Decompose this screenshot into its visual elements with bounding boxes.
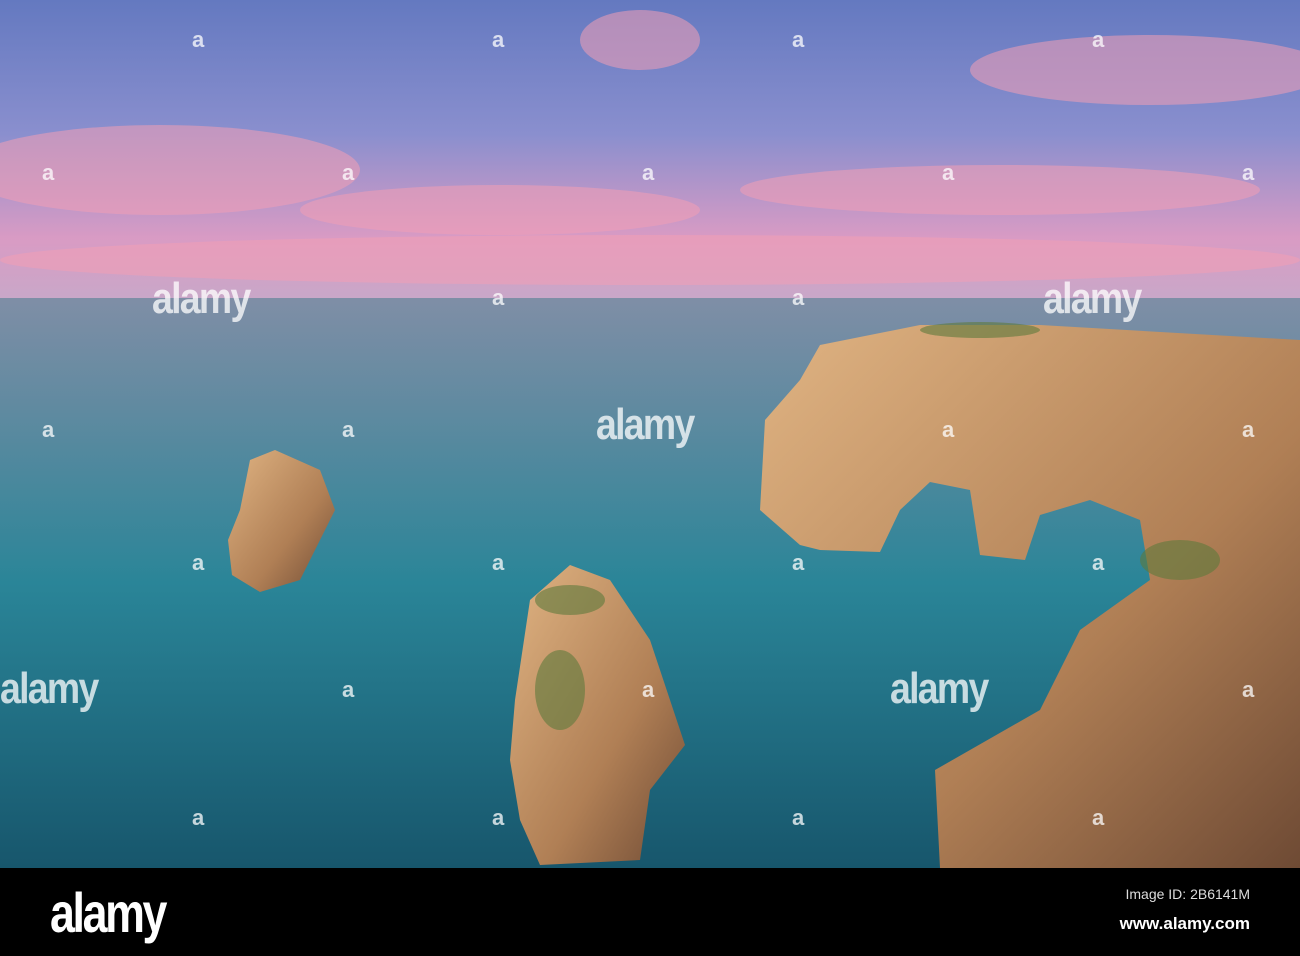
- watermark-mark: a: [492, 550, 505, 575]
- watermark-mark: a: [42, 417, 55, 442]
- watermark-mark: a: [492, 285, 505, 310]
- watermark-text: alamy: [152, 274, 251, 323]
- watermark-mark: a: [1092, 550, 1105, 575]
- watermark-text: alamy: [890, 664, 989, 713]
- watermark-mark: a: [492, 805, 505, 830]
- watermark-mark: a: [492, 27, 505, 52]
- watermark-mark: a: [192, 27, 205, 52]
- alamy-logo: alamy: [50, 881, 167, 944]
- watermark-mark: a: [792, 805, 805, 830]
- footer-bar: alamy Image ID: 2B6141M www.alamy.com: [0, 868, 1300, 956]
- watermark-mark: a: [42, 160, 55, 185]
- watermark-mark: a: [942, 417, 955, 442]
- watermark-mark: a: [342, 160, 355, 185]
- watermark-mark: a: [942, 160, 955, 185]
- watermark-mark: a: [1092, 27, 1105, 52]
- image-id: Image ID: 2B6141M: [1125, 886, 1250, 902]
- watermark-text: alamy: [596, 400, 695, 449]
- watermark-text: alamy: [0, 664, 99, 713]
- watermark-mark: a: [1242, 417, 1255, 442]
- landscape-photo: alamy alamy alamy alamy alamy a a a a a …: [0, 0, 1300, 868]
- watermark-mark: a: [342, 677, 355, 702]
- watermark-mark: a: [792, 550, 805, 575]
- watermark-mark: a: [1242, 677, 1255, 702]
- watermark-text: alamy: [1043, 274, 1142, 323]
- watermark-mark: a: [642, 677, 655, 702]
- watermark-mark: a: [792, 27, 805, 52]
- site-url[interactable]: www.alamy.com: [1120, 914, 1250, 934]
- watermark-mark: a: [642, 160, 655, 185]
- watermark-mark: a: [792, 285, 805, 310]
- watermark-mark: a: [342, 417, 355, 442]
- watermark-mark: a: [1092, 805, 1105, 830]
- watermark-mark: a: [192, 550, 205, 575]
- watermark-mark: a: [1242, 160, 1255, 185]
- watermark-mark: a: [192, 805, 205, 830]
